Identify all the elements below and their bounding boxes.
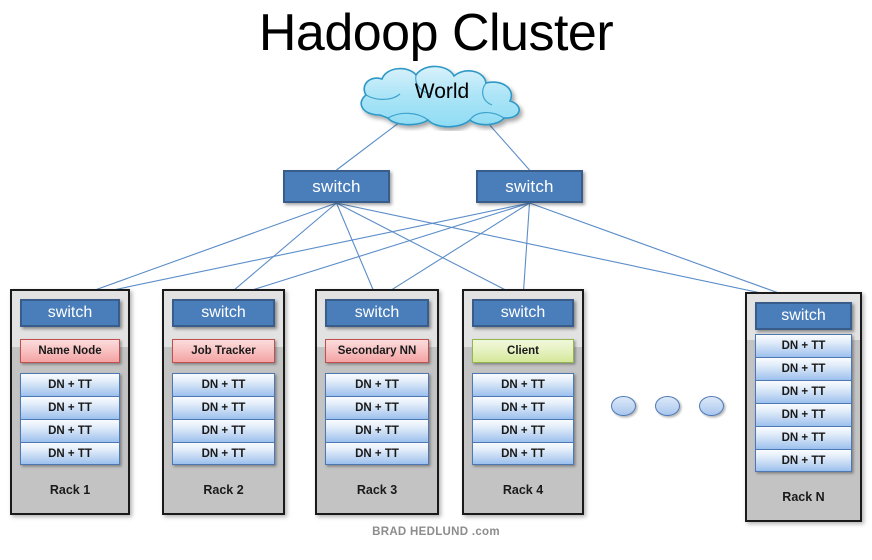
rack-5-datanode-stack: DN + TT DN + TT DN + TT DN + TT DN + TT DN + … bbox=[755, 334, 852, 472]
datanode-box[interactable]: DN + TT bbox=[325, 442, 429, 465]
ellipsis-dot bbox=[699, 396, 724, 416]
link-core-2-to-rack-5 bbox=[529, 202, 804, 303]
node-secondary-nn[interactable]: Secondary NN bbox=[325, 339, 429, 363]
rack-2: switch Job Tracker DN + TT DN + TT DN + TT DN… bbox=[162, 289, 285, 515]
rack-2-datanode-stack: DN + TT DN + TT DN + TT DN + TT bbox=[172, 373, 275, 465]
datanode-box[interactable]: DN + TT bbox=[755, 380, 852, 403]
datanode-box[interactable]: DN + TT bbox=[20, 419, 120, 442]
page-title: Hadoop Cluster bbox=[258, 4, 614, 62]
rack-4-datanode-stack: DN + TT DN + TT DN + TT DN + TT bbox=[472, 373, 574, 465]
link-core-1-to-rack-3 bbox=[335, 202, 378, 300]
footer-credit: BRAD HEDLUND .com bbox=[372, 526, 500, 538]
rack-label: Rack 3 bbox=[356, 483, 398, 497]
rack-4: switch Client DN + TT DN + TT DN + TT DN + TT… bbox=[462, 289, 584, 515]
datanode-box[interactable]: DN + TT bbox=[172, 373, 275, 396]
diagram-canvas: Hadoop Cluster World switch switch switc… bbox=[0, 0, 872, 560]
node-client[interactable]: Client bbox=[472, 339, 574, 363]
cloud-label: World bbox=[414, 80, 470, 103]
core-switch-2[interactable]: switch bbox=[476, 170, 583, 203]
datanode-box[interactable]: DN + TT bbox=[472, 396, 574, 419]
link-core-1-to-rack-2 bbox=[223, 202, 337, 300]
datanode-box[interactable]: DN + TT bbox=[755, 357, 852, 380]
datanode-box[interactable]: DN + TT bbox=[20, 396, 120, 419]
datanode-box[interactable]: DN + TT bbox=[20, 442, 120, 465]
datanode-box[interactable]: DN + TT bbox=[325, 373, 429, 396]
datanode-box[interactable]: DN + TT bbox=[755, 334, 852, 357]
rack-3-datanode-stack: DN + TT DN + TT DN + TT DN + TT bbox=[325, 373, 429, 465]
node-name-node[interactable]: Name Node bbox=[20, 339, 120, 363]
rack-label: Rack 1 bbox=[49, 483, 91, 497]
rack-label: Rack 4 bbox=[502, 483, 544, 497]
rack-label: Rack 2 bbox=[203, 483, 244, 497]
datanode-box[interactable]: DN + TT bbox=[20, 373, 120, 396]
link-core-2-to-rack-2 bbox=[223, 202, 530, 300]
rack-3-switch[interactable]: switch bbox=[325, 299, 429, 327]
rack-3: switch Secondary NN DN + TT DN + TT DN + TT D… bbox=[315, 289, 439, 515]
rack-1-datanode-stack: DN + TT DN + TT DN + TT DN + TT bbox=[20, 373, 120, 465]
link-core-2-to-rack-3 bbox=[376, 202, 530, 300]
datanode-box[interactable]: DN + TT bbox=[172, 442, 275, 465]
rack-2-switch[interactable]: switch bbox=[172, 299, 275, 327]
datanode-box[interactable]: DN + TT bbox=[472, 442, 574, 465]
link-core-1-to-rack-4 bbox=[336, 202, 524, 300]
rack-4-switch[interactable]: switch bbox=[472, 299, 574, 327]
link-core-2-to-rack-4 bbox=[522, 202, 531, 300]
datanode-box[interactable]: DN + TT bbox=[172, 419, 275, 442]
datanode-box[interactable]: DN + TT bbox=[755, 403, 852, 426]
link-core-1-to-rack-1 bbox=[69, 202, 337, 300]
link-core-1-to-rack-5 bbox=[336, 202, 804, 303]
rack-5-switch[interactable]: switch bbox=[755, 302, 852, 330]
node-job-tracker[interactable]: Job Tracker bbox=[172, 339, 275, 363]
datanode-box[interactable]: DN + TT bbox=[325, 396, 429, 419]
core-switch-1[interactable]: switch bbox=[283, 170, 390, 203]
datanode-box[interactable]: DN + TT bbox=[325, 419, 429, 442]
rack-label: Rack N bbox=[782, 490, 825, 504]
rack-5: switch DN + TT DN + TT DN + TT DN + TT DN + T… bbox=[745, 292, 862, 522]
datanode-box[interactable]: DN + TT bbox=[472, 373, 574, 396]
datanode-box[interactable]: DN + TT bbox=[172, 396, 275, 419]
datanode-box[interactable]: DN + TT bbox=[472, 419, 574, 442]
rack-1: switch Name Node DN + TT DN + TT DN + TT DN +… bbox=[10, 289, 130, 515]
ellipsis-dot bbox=[655, 396, 680, 416]
datanode-box[interactable]: DN + TT bbox=[755, 449, 852, 472]
ellipsis-dot bbox=[611, 396, 636, 416]
rack-1-switch[interactable]: switch bbox=[20, 299, 120, 327]
datanode-box[interactable]: DN + TT bbox=[755, 426, 852, 449]
link-core-2-to-rack-1 bbox=[69, 202, 530, 300]
